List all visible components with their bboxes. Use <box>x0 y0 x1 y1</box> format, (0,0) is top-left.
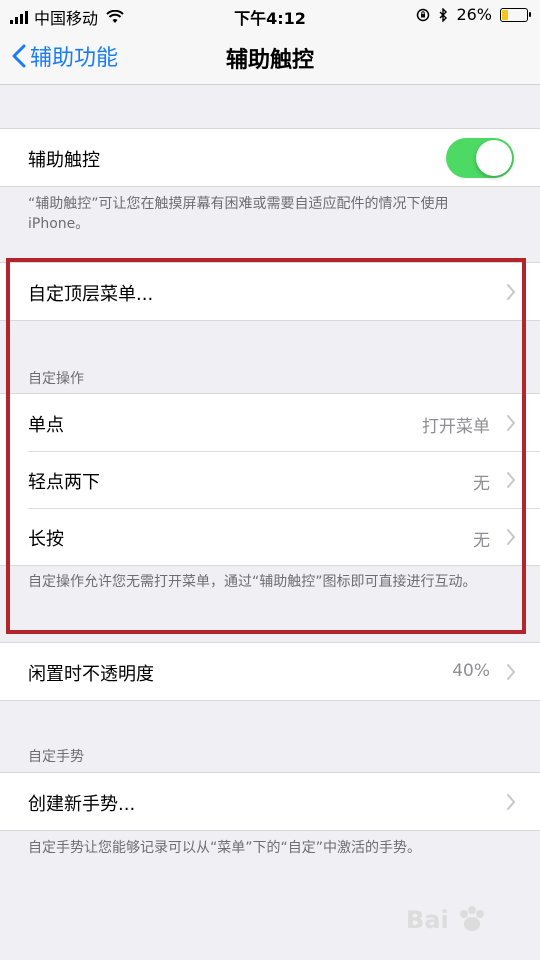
idle-opacity-group: 闲置时不透明度 40% <box>0 642 540 701</box>
chevron-right-icon <box>507 415 516 431</box>
custom-actions-group: 单点 打开菜单 轻点两下 无 长按 无 <box>0 393 540 566</box>
watermark-logo: Bai <box>406 900 516 946</box>
top-menu-group: 自定顶层菜单... <box>0 262 540 321</box>
custom-action-single-tap-row[interactable]: 单点 打开菜单 <box>0 394 540 451</box>
custom-gestures-group: 创建新手势... <box>0 772 540 831</box>
svg-text:Bai: Bai <box>406 906 449 934</box>
custom-actions-footer: 自定操作允许您无需打开菜单，通过“辅助触控”图标即可直接进行互动。 <box>28 574 477 590</box>
custom-action-value: 无 <box>473 531 490 551</box>
chevron-right-icon <box>507 472 516 488</box>
chevron-right-icon <box>507 664 516 680</box>
assistive-touch-group: 辅助触控 <box>0 128 540 187</box>
bluetooth-icon <box>439 7 448 22</box>
battery-fill <box>502 9 508 20</box>
custom-action-value: 无 <box>473 474 490 494</box>
battery-icon <box>500 7 531 22</box>
custom-action-label: 长按 <box>28 529 64 550</box>
status-bar-right: 26% <box>416 5 531 24</box>
idle-opacity-row[interactable]: 闲置时不透明度 40% <box>0 643 540 700</box>
custom-action-label: 单点 <box>28 415 64 436</box>
create-new-gesture-label: 创建新手势... <box>28 794 136 815</box>
customize-top-menu-row[interactable]: 自定顶层菜单... <box>0 263 540 320</box>
create-new-gesture-row[interactable]: 创建新手势... <box>0 773 540 830</box>
assistive-touch-footer: “辅助触控”可让您在触摸屏幕有困难或需要自适应配件的情况下使用 iPhone。 <box>28 196 449 232</box>
custom-gestures-footer: 自定手势让您能够记录可以从“菜单”下的“自定”中激活的手势。 <box>28 840 422 856</box>
chevron-right-icon <box>507 794 516 810</box>
chevron-right-icon <box>507 529 516 545</box>
rotation-lock-icon <box>417 8 430 21</box>
paw-watermark-icon: Bai <box>406 906 484 934</box>
page-title: 辅助触控 <box>225 48 314 73</box>
idle-opacity-value: 40% <box>452 661 490 681</box>
assistive-touch-toggle[interactable] <box>446 138 514 178</box>
status-bar: 中国移动 下午4:12 26% <box>0 0 540 30</box>
assistive-touch-row: 辅助触控 <box>0 129 540 186</box>
customize-top-menu-label: 自定顶层菜单... <box>28 284 154 305</box>
chevron-right-icon <box>507 284 516 300</box>
custom-actions-header: 自定操作 <box>28 371 84 387</box>
assistive-touch-label: 辅助触控 <box>28 150 100 171</box>
custom-gestures-header: 自定手势 <box>28 749 84 765</box>
custom-action-double-tap-row[interactable]: 轻点两下 无 <box>0 451 540 508</box>
idle-opacity-label: 闲置时不透明度 <box>28 664 154 685</box>
navigation-bar: 辅助功能 辅助触控 <box>0 30 540 85</box>
battery-percent: 26% <box>456 5 492 24</box>
custom-action-value: 打开菜单 <box>422 417 490 437</box>
custom-action-label: 轻点两下 <box>28 472 100 493</box>
toggle-knob <box>476 140 512 176</box>
custom-action-long-press-row[interactable]: 长按 无 <box>0 508 540 565</box>
